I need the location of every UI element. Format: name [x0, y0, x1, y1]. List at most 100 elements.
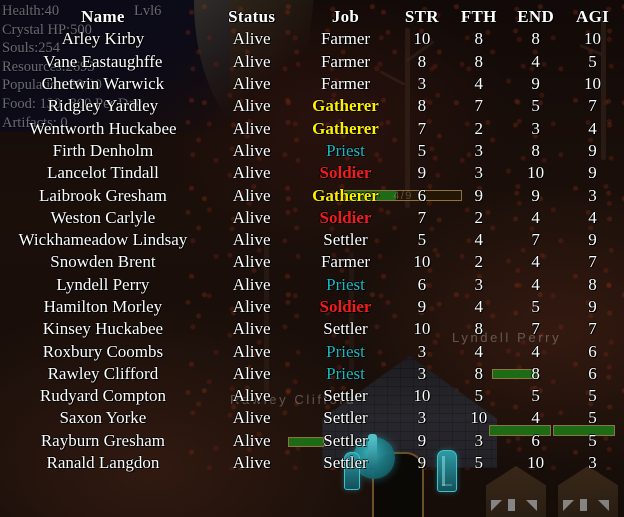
cell-agi: 3	[588, 185, 597, 205]
chevron-center-bar-icon[interactable]	[508, 499, 515, 511]
table-row[interactable]: Vane Eastaughffe Alive Farmer 8 8 4 5	[0, 51, 624, 73]
table-header-row: Name Status Job STR FTH END AGI	[0, 6, 624, 28]
table-row[interactable]: Wentworth Huckabee Alive Gatherer 7 2 3 4	[0, 117, 624, 139]
cell-name[interactable]: Rawley Clifford	[0, 363, 206, 385]
cell-job[interactable]: Settler	[298, 407, 394, 429]
table-row[interactable]: Wickhameadow Lindsay Alive Settler 5 4 7 9	[0, 229, 624, 251]
cell-status: Alive	[232, 230, 271, 250]
cell-agi: 9	[588, 230, 597, 250]
column-header-fth[interactable]: FTH	[450, 6, 507, 28]
cell-job[interactable]: Farmer	[298, 251, 394, 273]
cell-end: 6	[531, 430, 540, 450]
cell-str: 6	[417, 185, 427, 205]
cell-str: 7	[417, 207, 427, 227]
cell-job[interactable]: Settler	[298, 430, 394, 452]
cell-job[interactable]: Priest	[298, 340, 394, 362]
table-row[interactable]: Saxon Yorke Alive Settler 3 10 4 5	[0, 407, 624, 429]
cell-name[interactable]: Wickhameadow Lindsay	[0, 229, 206, 251]
cell-status: Alive	[232, 341, 271, 361]
table-row[interactable]: Rayburn Gresham Alive Settler 9 3 6 5	[0, 430, 624, 452]
column-header-str[interactable]: STR	[393, 6, 450, 28]
column-header-job[interactable]: Job	[298, 6, 394, 28]
table-row[interactable]: Snowden Brent Alive Farmer 10 2 4 7	[0, 251, 624, 273]
table-row[interactable]: Weston Carlyle Alive Soldier 7 2 4 4	[0, 207, 624, 229]
cell-job[interactable]: Settler	[298, 385, 394, 407]
cell-status: Alive	[232, 297, 271, 316]
table-row[interactable]: Lyndell Perry Alive Priest 6 3 4 8	[0, 274, 624, 296]
cell-status: Alive	[232, 453, 271, 473]
cell-job[interactable]: Settler	[298, 229, 394, 251]
table-row[interactable]: Firth Denholm Alive Priest 5 3 8 9	[0, 140, 624, 162]
cell-name[interactable]: Hamilton Morley	[0, 296, 206, 318]
chevron-center-bar-icon[interactable]	[580, 499, 587, 511]
cell-name[interactable]: Firth Denholm	[0, 140, 206, 162]
cell-job[interactable]: Soldier	[298, 207, 394, 229]
column-header-status[interactable]: Status	[206, 6, 298, 28]
cell-name[interactable]: Laibrook Gresham	[0, 184, 206, 206]
cell-name[interactable]: Chetwin Warwick	[0, 73, 206, 95]
table-row[interactable]: Roxbury Coombs Alive Priest 3 4 4 6	[0, 340, 624, 362]
cell-job[interactable]: Gatherer	[298, 117, 394, 139]
cell-status: Alive	[232, 408, 271, 428]
cell-job[interactable]: Settler	[298, 452, 394, 474]
table-row[interactable]: Kinsey Huckabee Alive Settler 10 8 7 7	[0, 318, 624, 340]
table-row[interactable]: Arley Kirby Alive Farmer 10 8 8 10	[0, 28, 624, 50]
cell-status: Alive	[232, 185, 271, 205]
cell-name[interactable]: Vane Eastaughffe	[0, 51, 206, 73]
table-row[interactable]: Hamilton Morley Alive Soldier 9 4 5 9	[0, 296, 624, 318]
cell-job[interactable]: Priest	[298, 363, 394, 385]
cell-name[interactable]: Ridgley Yardley	[0, 95, 206, 117]
settler-roster-table: Name Status Job STR FTH END AGI Arley Ki…	[0, 6, 624, 474]
cell-name[interactable]: Weston Carlyle	[0, 207, 206, 229]
table-row[interactable]: Chetwin Warwick Alive Farmer 3 4 9 10	[0, 73, 624, 95]
chevron-left-icon[interactable]	[491, 500, 502, 511]
chevron-left-icon[interactable]	[563, 500, 574, 511]
cell-job[interactable]: Soldier	[298, 296, 394, 318]
cell-job[interactable]: Farmer	[298, 73, 394, 95]
cell-job[interactable]: Gatherer	[298, 184, 394, 206]
cell-name[interactable]: Lyndell Perry	[0, 274, 206, 296]
cell-agi: 6	[588, 363, 597, 383]
table-row[interactable]: Lancelot Tindall Alive Soldier 9 3 10 9	[0, 162, 624, 184]
cell-agi: 7	[588, 319, 597, 339]
table-row[interactable]: Ridgley Yardley Alive Gatherer 8 7 5 7	[0, 95, 624, 117]
cell-name[interactable]: Arley Kirby	[0, 28, 206, 50]
column-header-agi[interactable]: AGI	[564, 6, 621, 28]
cell-name[interactable]: Wentworth Huckabee	[0, 117, 206, 139]
cell-name[interactable]: Rayburn Gresham	[0, 430, 206, 452]
cell-job[interactable]: Farmer	[298, 51, 394, 73]
column-header-end[interactable]: END	[507, 6, 564, 28]
column-header-name[interactable]: Name	[0, 6, 206, 28]
table-row[interactable]: Laibrook Gresham Alive Gatherer 6 9 9 3	[0, 184, 624, 206]
cell-fth: 2	[474, 252, 483, 272]
cell-name[interactable]: Saxon Yorke	[0, 407, 206, 429]
table-row[interactable]: Rawley Clifford Alive Priest 3 8 8 6	[0, 363, 624, 385]
cell-end: 10	[527, 163, 545, 183]
cell-name[interactable]: Ranald Langdon	[0, 452, 206, 474]
table-row[interactable]: Rudyard Compton Alive Settler 10 5 5 5	[0, 385, 624, 407]
cell-job[interactable]: Soldier	[298, 162, 394, 184]
cell-fth: 2	[474, 207, 483, 227]
cell-job[interactable]: Gatherer	[298, 95, 394, 117]
chevron-right-icon[interactable]	[526, 500, 537, 511]
cell-job[interactable]: Priest	[298, 140, 394, 162]
cell-job[interactable]: Priest	[298, 274, 394, 296]
cell-job[interactable]: Farmer	[298, 28, 394, 50]
cell-name[interactable]: Snowden Brent	[0, 251, 206, 273]
cell-agi: 5	[588, 430, 597, 450]
cell-agi: 7	[588, 96, 597, 116]
cell-name[interactable]: Kinsey Huckabee	[0, 318, 206, 340]
cell-fth: 7	[474, 96, 483, 116]
cell-name[interactable]: Roxbury Coombs	[0, 340, 206, 362]
cell-status: Alive	[232, 430, 271, 450]
cell-fth: 10	[470, 408, 488, 428]
table-row[interactable]: Ranald Langdon Alive Settler 9 5 10 3	[0, 452, 624, 474]
cell-end: 10	[527, 453, 545, 473]
cell-name[interactable]: Rudyard Compton	[0, 385, 206, 407]
cell-name[interactable]: Lancelot Tindall	[0, 162, 206, 184]
chevron-right-icon[interactable]	[598, 500, 609, 511]
cell-status: Alive	[232, 29, 271, 49]
cell-end: 5	[531, 297, 540, 316]
cell-job[interactable]: Settler	[298, 318, 394, 340]
cell-fth: 5	[474, 453, 483, 473]
